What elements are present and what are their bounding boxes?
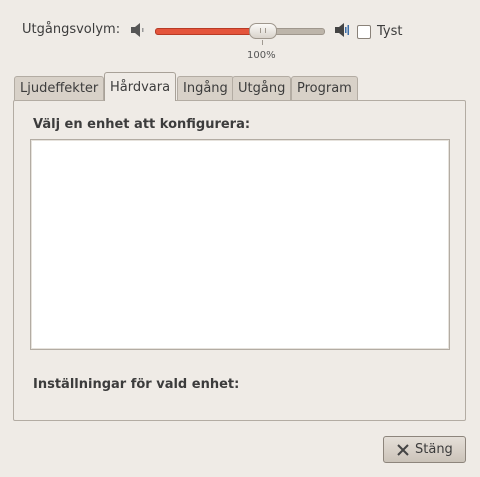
speaker-low-icon	[131, 23, 144, 37]
volume-slider[interactable]	[155, 23, 325, 39]
volume-percent: 100%	[247, 50, 276, 61]
close-icon	[397, 444, 409, 456]
close-button[interactable]: Stäng	[383, 436, 466, 463]
volume-slider-handle[interactable]	[249, 23, 278, 39]
close-button-label: Stäng	[415, 442, 453, 457]
volume-tick-mark	[262, 40, 263, 45]
tab-hardware[interactable]: Hårdvara	[104, 72, 177, 101]
tab-output[interactable]: Utgång	[232, 76, 292, 100]
device-settings-heading: Inställningar för vald enhet:	[33, 377, 240, 392]
device-list[interactable]	[30, 139, 450, 350]
tab-sound-effects[interactable]: Ljudeffekter	[14, 76, 105, 100]
device-list-heading: Välj en enhet att konfigurera:	[33, 117, 251, 132]
speaker-high-icon	[335, 23, 349, 37]
volume-slider-fill	[155, 28, 265, 35]
tab-applications[interactable]: Program	[291, 76, 358, 100]
mute-checkbox[interactable]	[357, 25, 371, 39]
tab-input[interactable]: Ingång	[177, 76, 234, 100]
mute-label[interactable]: Tyst	[377, 24, 402, 39]
output-volume-label: Utgångsvolym:	[22, 22, 121, 37]
